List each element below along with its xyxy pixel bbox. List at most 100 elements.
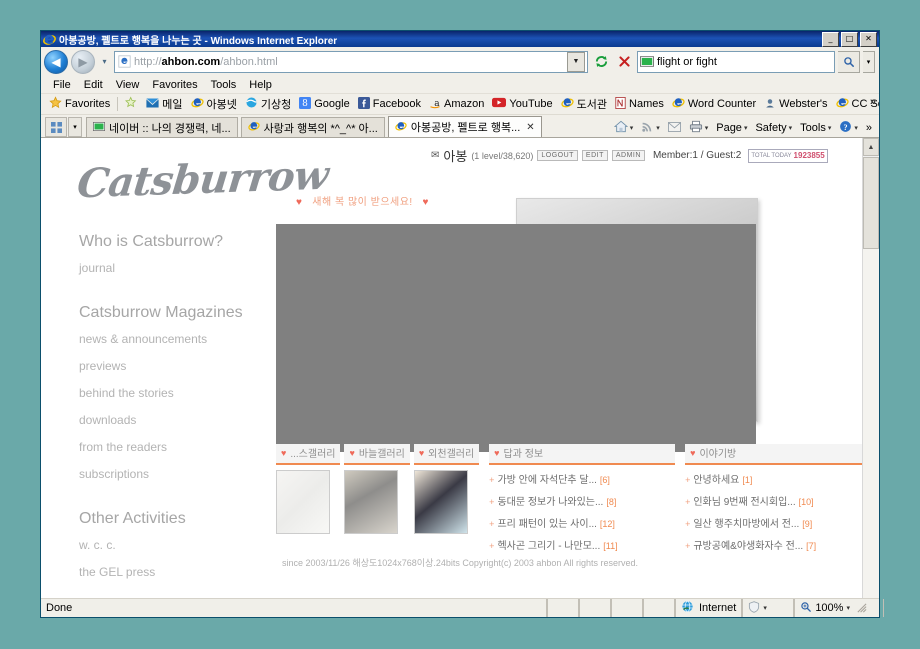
edit-button[interactable]: EDIT xyxy=(581,150,608,161)
stop-button[interactable] xyxy=(614,52,634,72)
favorites-overflow-button[interactable]: » xyxy=(870,96,876,108)
ie-icon xyxy=(835,96,849,112)
favorite-item-google[interactable]: 8 Google xyxy=(295,96,353,113)
list-item-title: 프리 패턴이 있는 사이... xyxy=(497,519,597,530)
search-input[interactable]: flight or fight xyxy=(657,56,717,68)
gallery-thumbnail[interactable] xyxy=(413,470,468,534)
sidebar-link-wcc[interactable]: w. c. c. xyxy=(79,538,289,552)
sidebar-link-readers[interactable]: from the readers xyxy=(79,440,289,454)
favorite-item-websters[interactable]: Webster's xyxy=(760,96,831,113)
gallery-tab-2[interactable]: ♥ 바늘갤러리 xyxy=(344,444,410,465)
print-button[interactable]: ▾ xyxy=(686,120,712,136)
scrollbar-track[interactable] xyxy=(863,249,879,598)
tab-list-dropdown[interactable]: ▾ xyxy=(68,117,82,137)
favorites-add-icon-item[interactable] xyxy=(121,95,142,113)
read-mail-button[interactable] xyxy=(665,121,684,135)
list-item-count: [8] xyxy=(606,497,617,507)
sidebar-link-journal[interactable]: journal xyxy=(79,261,289,275)
scrollbar-thumb[interactable] xyxy=(863,157,879,249)
close-button[interactable]: ✕ xyxy=(860,31,877,47)
protected-mode-indicator[interactable]: ▾ xyxy=(742,599,795,617)
menu-view[interactable]: View xyxy=(110,78,146,92)
favorite-item-library[interactable]: 도서관 xyxy=(557,95,611,113)
address-dropdown-button[interactable]: ▼ xyxy=(567,51,585,72)
sidebar-link-news[interactable]: news & announcements xyxy=(79,332,289,346)
gallery-thumbnail[interactable] xyxy=(344,470,399,534)
security-zone[interactable]: Internet xyxy=(675,599,743,617)
gallery-thumbnail[interactable] xyxy=(276,470,330,534)
list-item[interactable]: + 헥사곤 그리기 - 나만모... [11] xyxy=(489,537,675,552)
scroll-up-button[interactable]: ▲ xyxy=(863,138,879,156)
tab-ahbon-active[interactable]: 아봉공방, 펠트로 행복... ✕ xyxy=(387,116,542,137)
admin-button[interactable]: ADMIN xyxy=(611,150,645,161)
forward-arrow-icon: ▶ xyxy=(78,54,88,69)
list-tab-tips[interactable]: ♥ 답과 정보 xyxy=(489,444,676,465)
list-item-count: [7] xyxy=(806,541,817,551)
address-bar[interactable]: http://ahbon.com/ahbon.html ▼ xyxy=(114,50,588,73)
refresh-button[interactable] xyxy=(591,52,611,72)
list-item[interactable]: + 동대문 정보가 나와있는... [8] xyxy=(489,493,675,508)
sidebar-link-downloads[interactable]: downloads xyxy=(79,413,289,427)
favorite-item-ahbonnet[interactable]: 아봉넷 xyxy=(187,95,241,113)
help-icon: ? xyxy=(839,120,852,136)
home-button[interactable]: ▾ xyxy=(611,120,637,136)
sidebar-link-previews[interactable]: previews xyxy=(79,359,289,373)
favorite-label: 도서관 xyxy=(576,99,608,111)
feeds-button[interactable]: ▾ xyxy=(638,120,663,136)
search-box[interactable]: flight or fight xyxy=(637,50,835,73)
tools-menu-label: Tools xyxy=(800,122,826,134)
list-item-title: 헥사곤 그리기 - 나만모... xyxy=(497,541,601,552)
menu-favorites[interactable]: Favorites xyxy=(146,78,203,92)
tab-naver[interactable]: 네이버 :: 나의 경쟁력, 네... xyxy=(86,117,238,137)
list-item[interactable]: + 인화님 9번째 전시회입... [10] xyxy=(685,493,871,508)
gallery-column-3: ♥ 외천갤러리 xyxy=(413,444,480,559)
menu-help[interactable]: Help xyxy=(243,78,278,92)
tab-close-icon[interactable]: ✕ xyxy=(526,122,534,133)
favorite-item-mail[interactable]: 메일 xyxy=(142,95,186,113)
tools-menu-button[interactable]: Tools ▾ xyxy=(797,122,834,134)
sidebar-heading-magazines: Catsburrow Magazines xyxy=(79,304,243,321)
quick-tabs-button[interactable] xyxy=(45,117,67,137)
sidebar-link-subscriptions[interactable]: subscriptions xyxy=(79,467,289,481)
maximize-button[interactable]: □ xyxy=(841,31,858,47)
favorite-item-amazon[interactable]: a Amazon xyxy=(425,96,488,113)
page-scrollbar[interactable]: ▲ xyxy=(862,138,879,598)
gallery-tab-1[interactable]: ♥ ...스갤러리 xyxy=(276,444,341,465)
sidebar-link-behind[interactable]: behind the stories xyxy=(79,386,289,400)
resize-grip[interactable] xyxy=(853,602,868,614)
favorite-item-kma[interactable]: 기상청 xyxy=(241,95,295,113)
list-item[interactable]: + 일산 행주치마방에서 전... [9] xyxy=(685,515,871,530)
logout-button[interactable]: LOGOUT xyxy=(537,150,578,161)
list-item[interactable]: + 규방공예&야생화자수 전... [7] xyxy=(685,537,871,552)
search-options-dropdown[interactable]: ▾ xyxy=(863,50,875,73)
favorite-item-names[interactable]: Names xyxy=(611,96,668,113)
site-logo[interactable]: Catsburrow xyxy=(75,152,330,208)
favorites-button[interactable]: Favorites xyxy=(45,95,114,113)
forward-button[interactable]: ▶ xyxy=(71,49,95,74)
zoom-control[interactable]: 100% ▾ xyxy=(794,599,885,617)
gallery-tab-3[interactable]: ♥ 외천갤러리 xyxy=(413,444,480,465)
minimize-button[interactable]: _ xyxy=(822,31,839,47)
favorite-item-youtube[interactable]: YouTube xyxy=(488,96,556,112)
list-tab-talk[interactable]: ♥ 이야기방 xyxy=(685,444,872,465)
menu-tools[interactable]: Tools xyxy=(205,78,243,92)
command-bar-overflow-button[interactable]: » xyxy=(863,122,875,134)
bullet-icon: + xyxy=(685,541,691,551)
heart-icon: ♥ xyxy=(494,447,500,458)
menu-edit[interactable]: Edit xyxy=(78,78,109,92)
list-item[interactable]: + 프리 패턴이 있는 사이... [12] xyxy=(489,515,675,530)
notice-text: 새해 복 많이 받으세요! xyxy=(312,197,413,208)
back-button[interactable]: ◀ xyxy=(44,49,68,74)
tab-sarang-haengbok[interactable]: 사랑과 행복의 *^_^* 아... xyxy=(240,117,385,137)
list-item[interactable]: + 안녕하세요 [1] xyxy=(685,471,871,486)
search-button[interactable] xyxy=(838,50,860,73)
help-button[interactable]: ? ▾ xyxy=(836,120,861,136)
favorite-item-facebook[interactable]: Facebook xyxy=(354,96,425,113)
recent-pages-dropdown[interactable]: ▾ xyxy=(98,52,111,72)
page-menu-button[interactable]: Page ▾ xyxy=(713,122,750,134)
safety-menu-button[interactable]: Safety ▾ xyxy=(752,122,795,134)
menu-file[interactable]: File xyxy=(47,78,77,92)
list-item[interactable]: + 가방 안에 자석단추 달... [6] xyxy=(489,471,675,486)
window-titlebar[interactable]: 아봉공방, 펠트로 행복을 나누는 곳 - Windows Internet E… xyxy=(41,31,879,47)
favorite-item-word-counter[interactable]: Word Counter xyxy=(668,95,760,113)
